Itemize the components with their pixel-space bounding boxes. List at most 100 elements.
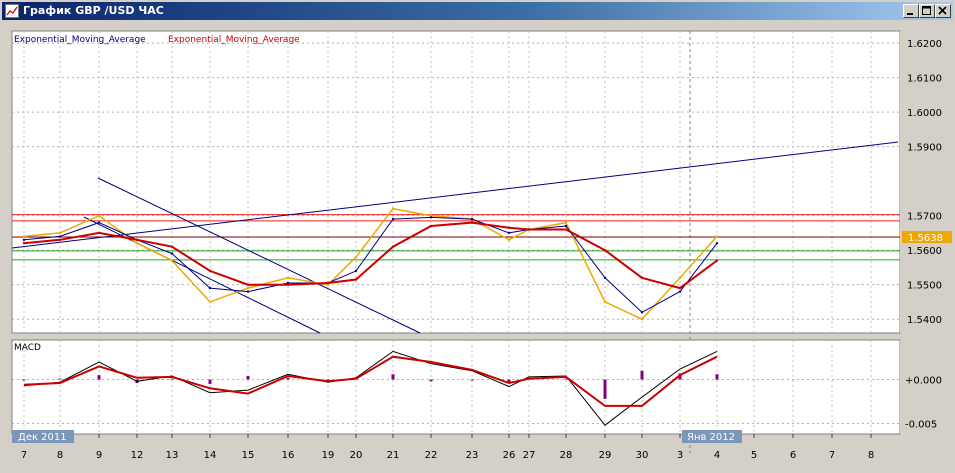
time-tick-label: 3: [677, 450, 683, 461]
price-line-point: [640, 318, 644, 321]
price-line-point: [564, 221, 568, 224]
chart-window: График GBP /USD ЧАС Exponential_Moving_A…: [0, 0, 955, 471]
main-plot-area: [11, 30, 901, 334]
time-tick-label: 9: [96, 450, 102, 461]
price-line-point: [246, 286, 250, 290]
time-axis: 7 8 9 12 13 14 15 16 19 20 21 22 23 26 27 28 29 30 3 4 5 6 7 8: [21, 434, 874, 461]
period-label-dec: Дек 2011: [12, 430, 74, 443]
time-tick-label: 8: [57, 450, 63, 461]
price-line-point: [507, 238, 511, 241]
ema-slow-line-point: [326, 281, 330, 285]
current-price-tag: 1.5638: [902, 231, 952, 244]
time-tick-label: 8: [868, 450, 874, 461]
maximize-icon: [922, 6, 931, 15]
ema-fast-line-point: [58, 235, 62, 238]
price-line-point: [58, 231, 62, 235]
ema-fast-line-point: [678, 290, 682, 293]
price-label: 1.6100: [907, 74, 942, 85]
ema-slow-line-point: [354, 278, 358, 281]
time-tick-label: 26: [503, 450, 516, 461]
price-line-point: [286, 276, 290, 279]
time-tick-label: 21: [387, 450, 400, 461]
ema-slow-line-point: [603, 249, 607, 252]
ema-slow-line-point: [715, 259, 719, 262]
ema-fast-line-point: [391, 217, 395, 221]
time-tick-label: 7: [21, 450, 27, 461]
ema-fast-line-point: [715, 242, 719, 245]
time-tick-label: 19: [322, 450, 335, 461]
price-line-point: [97, 214, 101, 217]
ema-fast-line-point: [470, 217, 474, 221]
period-label-dec-text: Дек 2011: [18, 432, 67, 443]
price-label: 1.5600: [907, 246, 942, 257]
price-line-point: [354, 255, 358, 259]
price-line-point: [170, 259, 174, 262]
ema-fast-line-point: [170, 252, 174, 255]
time-tick-label: 12: [131, 450, 144, 461]
ema-fast-line-point: [640, 311, 644, 314]
macd-value-label: -0.005: [905, 419, 937, 430]
ema-fast-line-point: [507, 231, 511, 235]
ema-slow-line-point: [678, 286, 682, 290]
time-tick-label: 29: [599, 450, 612, 461]
time-tick-label: 28: [560, 450, 573, 461]
price-line-point: [208, 300, 212, 304]
time-tick-label: 13: [166, 450, 179, 461]
ema-slow-line-point: [22, 242, 26, 245]
close-button[interactable]: [935, 4, 951, 18]
ema-fast-line-point: [22, 238, 26, 241]
price-label: 1.5400: [907, 315, 942, 326]
price-label: 1.6000: [907, 108, 942, 119]
chart-area: Exponential_Moving_Average Exponential_M…: [2, 22, 953, 469]
ema-fast-line-point: [246, 290, 250, 293]
gbpusd-chart[interactable]: Exponential_Moving_Average Exponential_M…: [2, 22, 953, 469]
ema-slow-line-point: [470, 221, 474, 224]
ema-fast-line-point: [354, 269, 358, 273]
window-title: График GBP /USD ЧАС: [23, 4, 164, 17]
price-line-point: [22, 235, 26, 238]
period-label-jan-text: Янв 2012: [687, 432, 735, 443]
time-tick-label: 7: [829, 450, 835, 461]
time-tick-label: 23: [466, 450, 479, 461]
time-tick-label: 27: [523, 450, 536, 461]
legend-ema-fast: Exponential_Moving_Average: [14, 35, 146, 45]
ema-slow-line-point: [97, 231, 101, 235]
price-label: 1.5500: [907, 281, 942, 292]
ema-fast-line-point: [603, 276, 607, 279]
macd-label: MACD: [14, 343, 41, 353]
ema-slow-line-point: [135, 238, 139, 241]
ema-slow-line-point: [246, 283, 250, 286]
maximize-button[interactable]: [919, 4, 935, 18]
time-tick-label: 4: [714, 450, 720, 461]
time-tick-label: 14: [204, 450, 217, 461]
price-line-point: [678, 276, 682, 279]
ema-fast-line-point: [208, 286, 212, 290]
time-tick-label: 5: [751, 450, 757, 461]
price-line-point: [135, 242, 139, 245]
title-bar[interactable]: График GBP /USD ЧАС: [2, 2, 953, 20]
minimize-button[interactable]: [903, 4, 919, 18]
ema-fast-line-point: [564, 224, 568, 228]
ema-slow-line-point: [640, 276, 644, 279]
minimize-icon: [907, 13, 913, 15]
time-tick-label: 22: [425, 450, 438, 461]
time-tick-label: 20: [350, 450, 363, 461]
period-label-jan: Янв 2012: [682, 430, 742, 443]
ema-slow-line-point: [507, 226, 511, 229]
ema-slow-line-point: [208, 269, 212, 273]
price-label: 1.5900: [907, 143, 942, 154]
macd-value-label: +0.000: [905, 376, 942, 387]
price-label: 1.6200: [907, 39, 942, 50]
price-line-point: [715, 235, 719, 238]
ema-slow-line-point: [170, 245, 174, 248]
price-line-point: [603, 300, 607, 304]
ema-slow-line-point: [58, 238, 62, 241]
chart-app-icon: [5, 4, 19, 18]
ema-slow-line-point: [564, 228, 568, 231]
macd-plot-area: [11, 339, 901, 435]
ema-fast-line-point: [429, 216, 433, 219]
ema-slow-line-point: [429, 224, 433, 228]
time-tick-label: 16: [282, 450, 295, 461]
close-icon: [938, 6, 947, 15]
time-tick-label: 30: [636, 450, 649, 461]
